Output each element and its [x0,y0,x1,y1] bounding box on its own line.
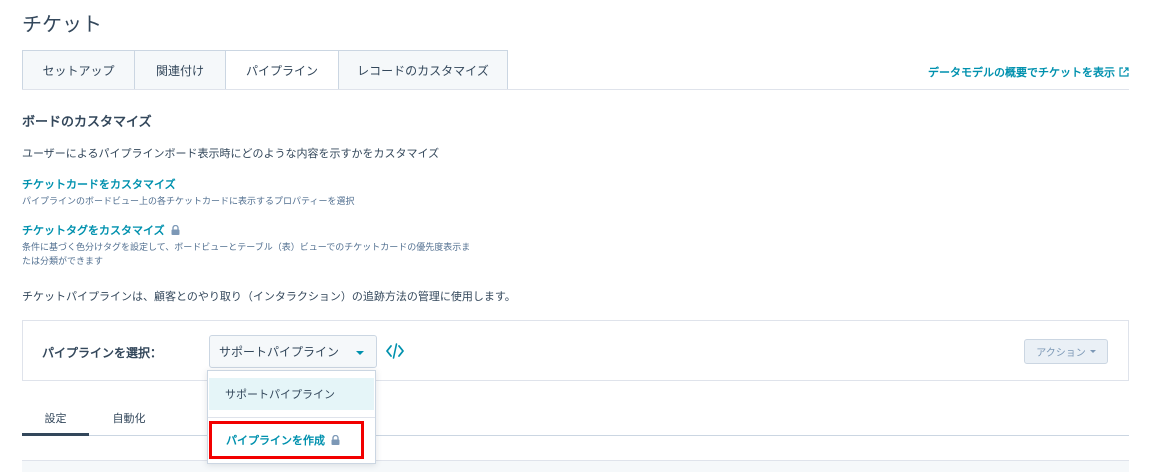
tab-record-customization[interactable]: レコードのカスタマイズ [338,50,508,90]
external-link-icon [1119,67,1129,77]
dropdown-divider [208,417,375,418]
tab-pipelines[interactable]: パイプライン [225,50,339,90]
subtab-automation[interactable]: 自動化 [89,400,169,436]
content-area-top [22,460,1129,472]
customize-ticket-card-label: チケットカードをカスタマイズ [22,178,176,191]
actions-button[interactable]: アクション [1024,339,1108,364]
chevron-down-icon [356,351,364,355]
caret-down-icon [1089,350,1096,353]
customize-ticket-card-link[interactable]: チケットカードをカスタマイズ [22,176,354,192]
board-customize-description: ユーザーによるパイプラインボード表示時にどのような内容を示すかをカスタマイズ [22,147,440,160]
customize-ticket-card-description: パイプラインのボードビュー上の各チケットカードに表示するプロパティーを選択 [22,197,355,207]
pipeline-select-dropdown[interactable]: サポートパイプライン [209,335,377,368]
data-model-link-label: データモデルの概要でチケットを表示 [928,66,1115,79]
customize-card-block: チケットカードをカスタマイズ パイプラインのボードビュー上の各チケットカードに表… [22,176,354,209]
active-subtab-indicator [22,433,89,436]
create-pipeline-label: パイプラインを作成 [226,434,325,447]
tag-description-line-2: たは分類ができます [22,257,104,267]
data-model-overview-link[interactable]: データモデルの概要でチケットを表示 [928,64,1129,80]
lock-icon [331,434,340,445]
page-title: チケット [22,12,102,36]
tab-associations[interactable]: 関連付け [134,50,226,90]
customize-ticket-tag-label: チケットタグをカスタマイズ [22,224,165,237]
tab-setup[interactable]: セットアップ [22,50,135,90]
settings-tabs: セットアップ 関連付け パイプライン レコードのカスタマイズ [22,50,508,90]
customize-tag-block: チケットタグをカスタマイズ 条件に基づく色分けタグを設定して、ボードビューとテー… [22,222,522,269]
tabs-divider [22,89,1129,90]
lock-icon [171,224,180,235]
subtab-settings[interactable]: 設定 [22,400,89,436]
pipeline-select-value: サポートパイプライン [219,345,340,359]
customize-ticket-tag-link[interactable]: チケットタグをカスタマイズ [22,222,522,238]
tag-description-line-1: 条件に基づく色分けタグを設定して、ボードビューとテーブル（表）ビューでのチケット… [22,243,471,253]
dropdown-option-support-pipeline[interactable]: サポートパイプライン [209,378,374,410]
actions-button-label: アクション [1036,348,1086,359]
create-pipeline-button[interactable]: パイプラインを作成 [226,432,340,448]
pipeline-select-label: パイプラインを選択： [42,346,163,360]
code-embed-icon[interactable] [385,342,405,360]
subtabs-divider [22,435,1129,436]
pipeline-usage-note: チケットパイプラインは、顧客とのやり取り（インタラクション）の追跡方法の管理に使… [22,290,516,303]
customize-ticket-tag-description: 条件に基づく色分けタグを設定して、ボードビューとテーブル（表）ビューでのチケット… [22,241,522,269]
pipeline-select-panel: パイプラインを選択： サポートパイプライン アクション [22,320,1129,381]
board-customize-heading: ボードのカスタマイズ [22,115,152,130]
pipeline-subtabs: 設定 自動化 [22,400,169,436]
